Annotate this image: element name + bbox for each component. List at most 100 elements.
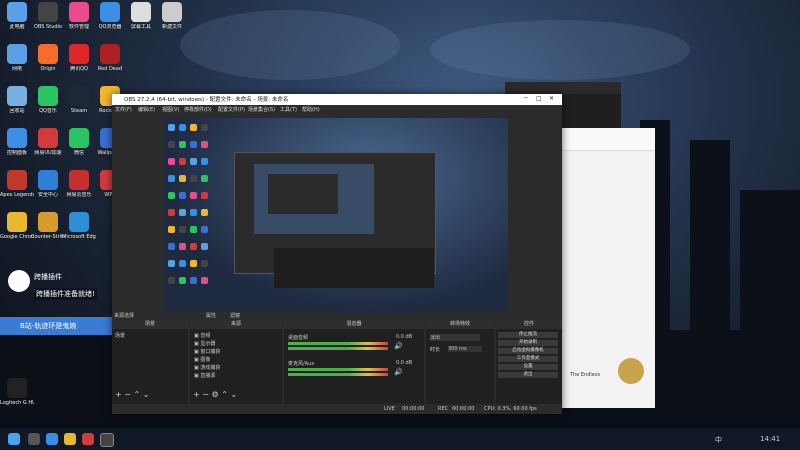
app-icon[interactable] — [82, 433, 94, 445]
search-icon[interactable] — [28, 433, 40, 445]
preview-icon — [168, 158, 175, 165]
desktop-icon[interactable]: Origin — [31, 44, 65, 88]
preview-icon — [179, 277, 186, 284]
desktop-icon[interactable]: Counter-Strike — [31, 212, 65, 256]
stop-streaming-button[interactable]: 停止推流 — [498, 332, 558, 338]
scene-controls[interactable]: + − ⌃ ⌄ — [115, 390, 149, 399]
tab-filters[interactable]: 滤镜 — [230, 312, 240, 319]
side-app-window[interactable]: The Endless — [560, 128, 655, 408]
desktop-icon[interactable]: 此电脑 — [0, 2, 34, 46]
menu-item[interactable]: 工具(T) — [280, 106, 297, 113]
preview-icon — [179, 158, 186, 165]
menu-item[interactable]: 视图(V) — [162, 106, 179, 113]
maximize-icon[interactable]: □ — [536, 95, 542, 102]
desktop-icon-label: 软件管理 — [68, 24, 89, 30]
desktop-icon[interactable]: 网易云音乐 — [62, 170, 96, 214]
preview-icon — [190, 175, 197, 182]
transition-select[interactable]: 淡出 — [430, 334, 480, 341]
obs-titlebar[interactable]: OBS 27.2.4 (64-bit, windows) - 配置文件: 未命名… — [112, 94, 562, 105]
desktop-icon-label: 安全中心 — [37, 192, 58, 198]
desktop-icon-label: Steam — [70, 108, 88, 114]
scene-item[interactable]: 场景 — [115, 332, 125, 339]
desktop-icon[interactable]: OBS Studio — [31, 2, 65, 46]
exit-button[interactable]: 退出 — [498, 372, 558, 378]
desktop-icon-label: 回收站 — [9, 108, 25, 114]
tab-properties[interactable]: 属性 — [206, 312, 216, 319]
start-icon[interactable] — [8, 433, 20, 445]
preview-icon — [190, 243, 197, 250]
desktop-icon[interactable]: 安全中心 — [31, 170, 65, 214]
source-item[interactable]: ▣ 图像 — [194, 356, 210, 363]
clock[interactable]: 14:41 — [760, 435, 780, 443]
desktop-icon[interactable]: Microsoft Edge — [62, 212, 96, 256]
nested-obs-3 — [268, 174, 338, 214]
desktop-icon-label: Apex Legends — [0, 192, 34, 198]
virtual-camera-button[interactable]: 启动虚拟摄像机 — [498, 348, 558, 354]
desktop-icon[interactable]: 新建文件 — [155, 2, 189, 46]
preview-icon — [179, 192, 186, 199]
desktop-icon-label: 微信 — [73, 150, 84, 156]
duration-input[interactable]: 300 ms — [448, 346, 482, 352]
desktop-icon-label: 腾讯QQ — [70, 66, 88, 72]
taskview-icon[interactable] — [46, 433, 58, 445]
preview-icon — [190, 124, 197, 131]
app-icon — [100, 2, 120, 22]
menu-item[interactable]: 停靠部件(D) — [184, 106, 212, 113]
source-item[interactable]: ▣ 音频 — [194, 332, 210, 339]
desktop-icon[interactable]: 微信 — [62, 128, 96, 172]
minimize-icon[interactable]: ─ — [524, 95, 528, 102]
desktop-icon[interactable]: 软件管理 — [62, 2, 96, 46]
ime-indicator[interactable]: 中 — [715, 435, 722, 445]
desktop-icon-label: QQ浏览器 — [98, 24, 122, 30]
desktop-icon[interactable]: 屏幕工具 — [124, 2, 158, 46]
app-icon — [69, 212, 89, 232]
desktop-icon[interactable]: QQ音乐 — [31, 86, 65, 130]
menu-item[interactable]: 帮助(H) — [302, 106, 320, 113]
speaker-icon[interactable]: 🔊 — [394, 342, 403, 350]
app-icon — [162, 2, 182, 22]
notice-title: 跨播插件 — [34, 273, 62, 281]
desktop-icon-label: 网易云音乐 — [66, 192, 92, 198]
app-icon — [100, 44, 120, 64]
desktop-icon-label: 新建文件 — [161, 24, 182, 30]
game-label: The Endless — [570, 372, 601, 378]
preview-icon — [201, 175, 208, 182]
start-recording-button[interactable]: 开始录制 — [498, 340, 558, 346]
desktop-icon[interactable]: 回收站 — [0, 86, 34, 130]
desktop-icon[interactable]: Red Dead — [93, 44, 127, 88]
desktop-icon[interactable]: Google Chrome — [0, 212, 34, 256]
desktop-icon[interactable]: QQ浏览器 — [93, 2, 127, 46]
track-mic-level: 0.0 dB — [396, 360, 413, 366]
source-item[interactable]: ▣ 游戏捕获 — [194, 364, 220, 371]
source-controls[interactable]: + − ⚙ ⌃ ⌄ — [193, 390, 237, 399]
obs-preview[interactable] — [164, 118, 508, 312]
desktop-icon[interactable]: Logitech G HUB — [0, 378, 34, 422]
desktop-icon[interactable]: 控制面板 — [0, 128, 34, 172]
settings-button[interactable]: 设置 — [498, 364, 558, 370]
source-item[interactable]: ▣ 窗口捕获 — [194, 348, 220, 355]
preview-icon — [179, 141, 186, 148]
obs-taskbar-icon[interactable] — [100, 433, 114, 447]
source-item[interactable]: ▣ 显示器 — [194, 340, 215, 347]
desktop-icon[interactable]: Apex Legends — [0, 170, 34, 214]
notice-banner[interactable]: B站-轨迹环是鬼婉 — [0, 317, 112, 335]
menu-item[interactable]: 编辑(E) — [138, 106, 155, 113]
menu-item[interactable]: 配置文件(P) — [218, 106, 245, 113]
folder-icon[interactable] — [64, 433, 76, 445]
preview-icon — [168, 260, 175, 267]
desktop-icon[interactable]: 网易UU加速 — [31, 128, 65, 172]
close-icon[interactable]: ✕ — [549, 95, 554, 102]
preview-icon — [201, 260, 208, 267]
track-desktop-name: 桌面音频 — [288, 335, 309, 341]
menu-item[interactable]: 场景集合(S) — [248, 106, 275, 113]
app-icon — [7, 2, 27, 22]
obs-window[interactable]: OBS 27.2.4 (64-bit, windows) - 配置文件: 未命名… — [112, 94, 562, 414]
desktop-icon[interactable]: 腾讯QQ — [62, 44, 96, 88]
desktop-icon-label: Red Dead — [97, 66, 123, 72]
desktop-icon[interactable]: 网络 — [0, 44, 34, 88]
speaker-icon[interactable]: 🔊 — [394, 368, 403, 376]
source-item[interactable]: ▣ 直播源 — [194, 372, 215, 379]
desktop-icon[interactable]: Steam — [62, 86, 96, 130]
studio-mode-button[interactable]: 工作室模式 — [498, 356, 558, 362]
menu-item[interactable]: 文件(F) — [115, 106, 132, 113]
